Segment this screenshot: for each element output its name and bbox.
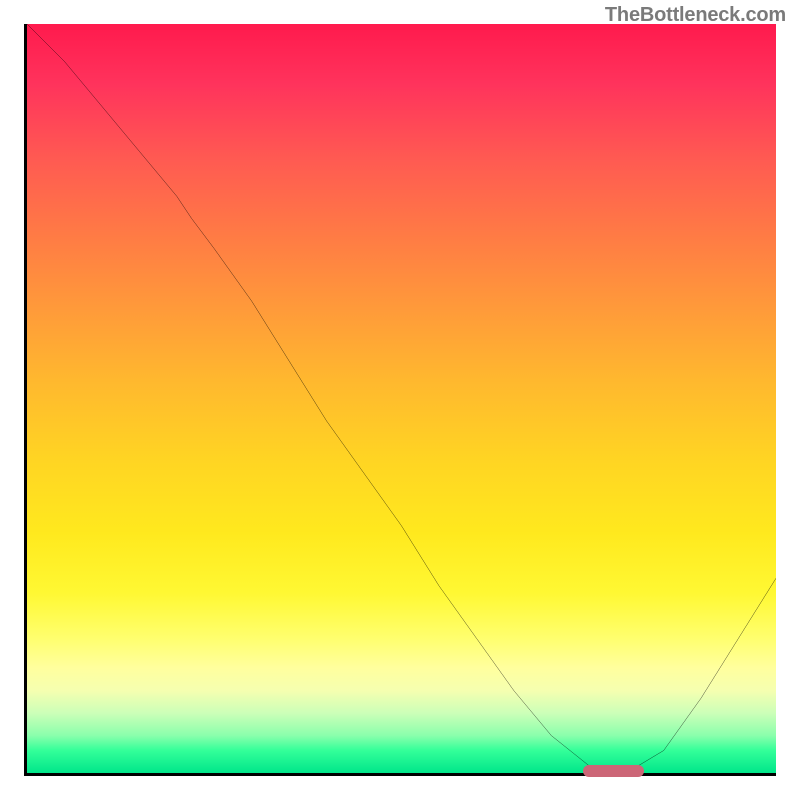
- optimal-range-marker: [583, 765, 643, 777]
- bottleneck-curve: [27, 24, 776, 773]
- watermark-text: TheBottleneck.com: [605, 4, 786, 27]
- curve-layer: [27, 24, 776, 773]
- chart-plot-area: [24, 24, 776, 776]
